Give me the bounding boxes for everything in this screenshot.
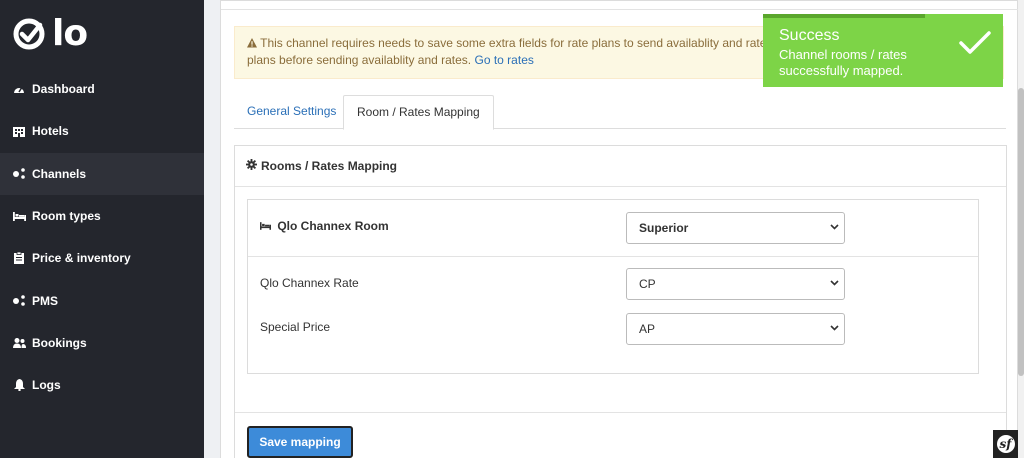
toast-title: Success xyxy=(779,27,840,44)
card-footer: Save mapping xyxy=(235,412,1006,458)
rate-label: Qlo Channex Rate xyxy=(260,276,359,290)
sidebar-item-hotels[interactable]: Hotels xyxy=(0,110,204,152)
sidebar: lo Dashboard Hotels Channels Room types xyxy=(0,0,204,458)
gear-icon xyxy=(246,159,257,173)
dashboard-icon xyxy=(12,82,26,96)
room-select-value: Superior xyxy=(639,221,689,235)
warning-icon xyxy=(247,36,260,50)
mapping-card: Rooms / Rates Mapping Qlo Channex Room S… xyxy=(234,145,1007,458)
sidebar-item-label: Room types xyxy=(32,209,101,224)
bed-icon xyxy=(12,209,26,223)
logo-mark-icon xyxy=(13,18,45,50)
room-row: Qlo Channex Room Superior xyxy=(248,200,978,257)
special-price-label: Special Price xyxy=(260,320,331,334)
rate-select-value: CP xyxy=(639,277,656,291)
toast-progress-bar xyxy=(763,14,925,18)
room-label-text: Qlo Channex Room xyxy=(277,219,389,233)
sidebar-item-channels[interactable]: Channels xyxy=(0,152,204,195)
users-icon xyxy=(12,336,26,350)
chevron-down-icon xyxy=(830,224,839,230)
chevron-down-icon xyxy=(830,325,839,331)
rate-select[interactable]: CP xyxy=(626,268,845,300)
sidebar-item-room-types[interactable]: Room types xyxy=(0,195,204,237)
sidebar-item-label: Dashboard xyxy=(32,82,95,97)
sidebar-item-label: Hotels xyxy=(32,124,69,139)
sidebar-item-dashboard[interactable]: Dashboard xyxy=(0,68,204,110)
scrollbar[interactable] xyxy=(1018,0,1024,458)
tab-bar: General Settings Room / Rates Mapping xyxy=(234,95,1006,130)
sidebar-item-pms[interactable]: PMS xyxy=(0,279,204,321)
sidebar-item-label: PMS xyxy=(32,293,59,308)
bed-icon xyxy=(260,219,277,233)
bell-icon xyxy=(12,378,26,392)
room-label: Qlo Channex Room xyxy=(260,219,389,233)
sidebar-item-logs[interactable]: Logs xyxy=(0,364,204,406)
special-price-select[interactable]: AP xyxy=(626,313,845,345)
mapping-box: Qlo Channex Room Superior Qlo Channex Ra… xyxy=(247,199,979,374)
clipboard-icon xyxy=(12,251,26,265)
room-select[interactable]: Superior xyxy=(626,212,845,244)
toast-message: Channel rooms / rates successfully mappe… xyxy=(779,47,907,78)
card-header: Rooms / Rates Mapping xyxy=(235,146,1006,187)
logo-text: lo xyxy=(52,13,88,54)
building-icon xyxy=(12,124,26,138)
share-nodes-icon xyxy=(12,167,26,181)
success-toast[interactable]: Success Channel rooms / rates successful… xyxy=(763,14,1003,87)
sidebar-item-label: Bookings xyxy=(32,335,87,350)
save-mapping-button[interactable]: Save mapping xyxy=(247,426,353,458)
share-nodes-icon xyxy=(12,294,26,308)
qlo-logo[interactable]: lo xyxy=(12,13,88,54)
go-to-rates-link[interactable]: Go to rates xyxy=(475,53,534,67)
tab-room-rates-mapping[interactable]: Room / Rates Mapping xyxy=(343,95,494,130)
sidebar-item-label: Logs xyxy=(32,378,61,393)
scrollbar-thumb[interactable] xyxy=(1018,88,1024,376)
symfony-toolbar-button[interactable]: sf xyxy=(993,430,1018,458)
sidebar-item-label: Price & inventory xyxy=(32,251,131,266)
sidebar-item-price-inventory[interactable]: Price & inventory xyxy=(0,237,204,279)
divider xyxy=(221,9,1018,10)
chevron-down-icon xyxy=(830,280,839,286)
warning-text-2: plans before sending availablity and rat… xyxy=(247,53,472,67)
warning-text: This channel requires needs to save some… xyxy=(260,36,800,50)
sidebar-nav: Dashboard Hotels Channels Room types Pri… xyxy=(0,68,204,406)
symfony-icon: sf xyxy=(996,435,1015,453)
special-price-value: AP xyxy=(639,322,656,336)
sidebar-item-label: Channels xyxy=(32,166,87,181)
sidebar-item-bookings[interactable]: Bookings xyxy=(0,322,204,364)
tab-general-settings[interactable]: General Settings xyxy=(234,95,349,129)
card-title: Rooms / Rates Mapping xyxy=(261,159,398,173)
checkmark-icon xyxy=(959,31,991,54)
